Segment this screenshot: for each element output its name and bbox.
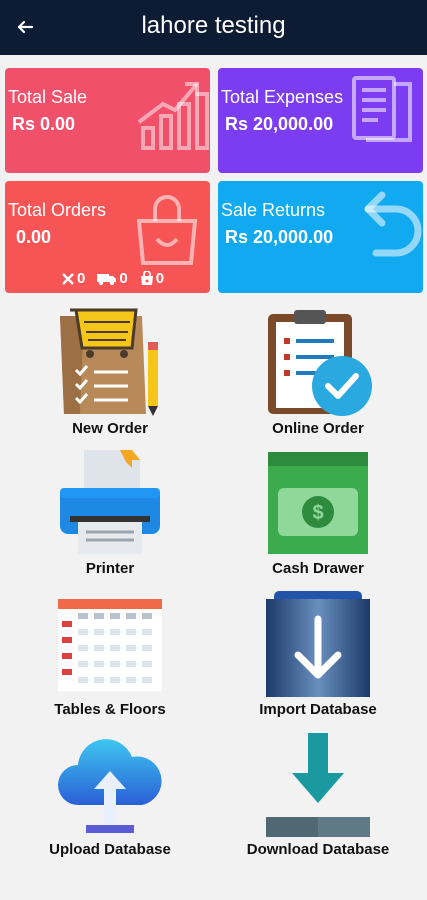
sale-returns-value: Rs 20,000.00 <box>225 227 334 247</box>
cash-drawer-button[interactable]: $ Cash Drawer <box>218 448 418 583</box>
total-expenses-card[interactable]: Total Expenses Rs 20,000.00 <box>218 68 423 173</box>
cancelled-count: 0 <box>77 270 86 287</box>
tables-floors-label: Tables & Floors <box>54 701 166 718</box>
online-order-label: Online Order <box>272 420 364 437</box>
total-orders-value: 0.00 <box>16 227 52 247</box>
printer-icon <box>60 450 160 554</box>
tables-floors-button[interactable]: Tables & Floors <box>10 589 210 724</box>
delivery-orders-stat: 0 <box>97 270 128 287</box>
download-icon <box>266 733 370 837</box>
upload-database-label: Upload Database <box>49 841 171 858</box>
sale-returns-card[interactable]: Sale Returns Rs 20,000.00 <box>218 181 423 293</box>
upload-cloud-icon <box>58 739 162 833</box>
total-sale-label: Total Sale <box>8 87 88 107</box>
sale-returns-label: Sale Returns <box>221 200 326 220</box>
download-database-label: Download Database <box>246 841 390 858</box>
total-expenses-value: Rs 20,000.00 <box>225 114 334 134</box>
online-order-icon <box>268 310 372 416</box>
svg-text:$: $ <box>312 502 323 524</box>
takeaway-count: 0 <box>155 270 165 287</box>
cancelled-orders-stat: 0 <box>61 270 85 287</box>
import-database-label: Import Database <box>259 701 377 718</box>
return-arrow-icon <box>364 191 422 257</box>
total-expenses-label: Total Expenses <box>221 87 344 107</box>
cancel-icon <box>62 272 74 285</box>
receipt-icon <box>352 76 412 142</box>
total-orders-label: Total Orders <box>8 200 107 220</box>
order-clipboard-icon <box>60 308 158 416</box>
order-stats: 0 0 0 <box>61 270 164 287</box>
upload-database-button[interactable]: Upload Database <box>10 729 210 864</box>
cash-icon: $ <box>268 452 368 554</box>
online-order-button[interactable]: Online Order <box>218 308 418 443</box>
app-bar: lahore testing <box>0 0 427 55</box>
tables-grid-icon <box>58 599 162 691</box>
total-orders-card[interactable]: Total Orders 0.00 0 0 0 <box>5 181 210 293</box>
delivery-count: 0 <box>119 270 128 287</box>
total-sale-value: Rs 0.00 <box>12 114 76 134</box>
printer-button[interactable]: Printer <box>10 448 210 583</box>
import-icon <box>266 591 370 697</box>
delivery-truck-icon <box>97 273 117 285</box>
takeaway-orders-stat: 0 <box>140 270 164 287</box>
total-sale-card[interactable]: Total Sale Rs 0.00 <box>5 68 210 173</box>
cash-drawer-label: Cash Drawer <box>272 560 364 577</box>
download-database-button[interactable]: Download Database <box>218 729 418 864</box>
page-title: lahore testing <box>141 12 286 39</box>
import-database-button[interactable]: Import Database <box>218 589 418 724</box>
shopping-bag-icon <box>136 195 198 265</box>
new-order-button[interactable]: New Order <box>10 308 210 443</box>
takeaway-bag-icon <box>140 271 153 285</box>
printer-label: Printer <box>85 560 135 577</box>
new-order-label: New Order <box>72 420 148 437</box>
growth-chart-icon <box>137 82 209 150</box>
